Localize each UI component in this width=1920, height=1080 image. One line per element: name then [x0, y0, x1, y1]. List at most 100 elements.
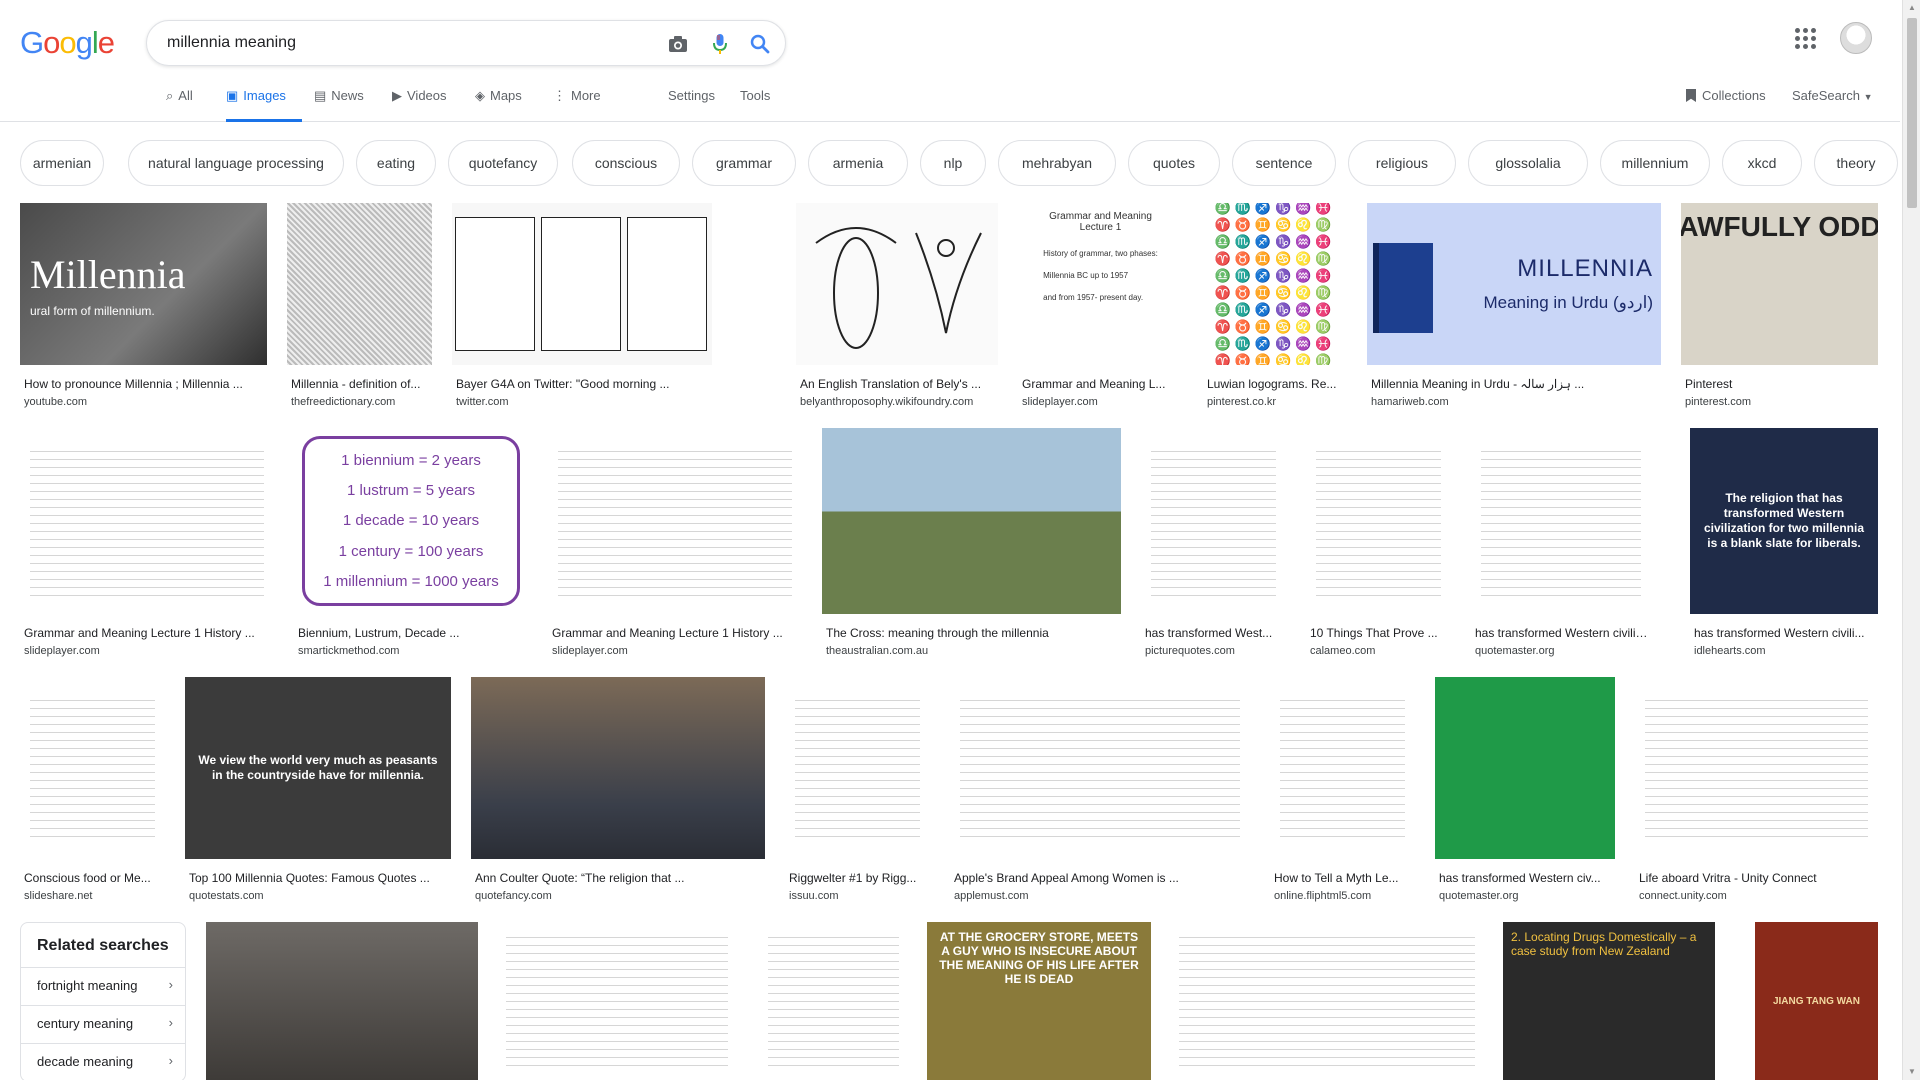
tools-link[interactable]: Tools: [740, 88, 770, 103]
result-thumbnail[interactable]: [950, 677, 1250, 859]
image-result[interactable]: The religion that has transformed Wester…: [1690, 428, 1878, 666]
result-thumbnail[interactable]: [822, 428, 1121, 614]
image-result[interactable]: has transformed Western civ... quotemaste…: [1435, 677, 1615, 911]
result-thumbnail[interactable]: 1 biennium = 2 years 1 lustrum = 5 years 1…: [294, 428, 528, 614]
result-title[interactable]: Ann Coulter Quote: “The religion that ..…: [475, 871, 765, 885]
scroll-down-icon[interactable]: ▼: [1908, 1067, 1916, 1076]
result-thumbnail[interactable]: [20, 677, 165, 859]
result-source[interactable]: idlehearts.com: [1694, 645, 1878, 657]
tab-maps[interactable]: ◈ Maps: [475, 88, 522, 122]
result-thumbnail[interactable]: [1435, 677, 1615, 859]
image-result-thumbnail[interactable]: JIANG TANG WAN: [1755, 922, 1878, 1080]
image-result[interactable]: 10 Things That Prove ... calameo.com: [1306, 428, 1451, 666]
result-thumbnail[interactable]: [452, 203, 712, 365]
result-thumbnail[interactable]: [1471, 428, 1651, 614]
result-source[interactable]: pinterest.co.kr: [1207, 396, 1347, 408]
result-source[interactable]: connect.unity.com: [1639, 890, 1878, 902]
result-thumbnail[interactable]: [796, 203, 998, 365]
image-result[interactable]: Millennia - definition of... thefreedicti…: [287, 203, 432, 417]
search-box[interactable]: millennia meaning: [146, 20, 786, 66]
safesearch-menu[interactable]: SafeSearch ▼: [1792, 88, 1872, 103]
scrollbar[interactable]: ▲ ▼: [1902, 0, 1920, 1080]
tab-all[interactable]: ⌕ All: [166, 88, 193, 122]
result-source[interactable]: quotemaster.org: [1439, 890, 1615, 902]
search-submit-icon[interactable]: [747, 31, 773, 57]
image-result[interactable]: Grammar and Meaning Lecture 1 History ..…: [20, 428, 274, 666]
result-title[interactable]: Luwian logograms. Re...: [1207, 377, 1347, 391]
result-title[interactable]: Top 100 Millennia Quotes: Famous Quotes …: [189, 871, 451, 885]
result-title[interactable]: Grammar and Meaning Lecture 1 History ..…: [552, 626, 802, 640]
tab-videos[interactable]: ▶ Videos: [392, 88, 447, 122]
image-result[interactable]: How to Tell a Myth Le... online.fliphtml5…: [1270, 677, 1415, 911]
chip-conscious[interactable]: conscious: [572, 140, 680, 186]
result-source[interactable]: quotefancy.com: [475, 890, 765, 902]
result-source[interactable]: belyanthroposophy.wikifoundry.com: [800, 396, 998, 408]
related-search-item[interactable]: fortnight meaning ›: [21, 967, 185, 1003]
chip-theory[interactable]: theory: [1814, 140, 1898, 186]
result-source[interactable]: slideplayer.com: [24, 645, 274, 657]
result-title[interactable]: An English Translation of Bely's ...: [800, 377, 998, 391]
result-source[interactable]: applemust.com: [954, 890, 1250, 902]
result-thumbnail[interactable]: [1306, 428, 1451, 614]
result-source[interactable]: picturequotes.com: [1145, 645, 1286, 657]
result-title[interactable]: Millennia Meaning in Urdu - ہزار سالہ ..…: [1371, 377, 1661, 391]
result-thumbnail[interactable]: MILLENNIA Meaning in Urdu (اردو): [1367, 203, 1661, 365]
result-thumbnail[interactable]: Millennia ural form of millennium.: [20, 203, 267, 365]
image-result[interactable]: Conscious food or Me... slideshare.net: [20, 677, 165, 911]
result-source[interactable]: quotestats.com: [189, 890, 451, 902]
tab-more[interactable]: ⋮ More: [553, 88, 601, 122]
image-result-thumbnail[interactable]: 2. Locating Drugs Domestically – a case …: [1503, 922, 1715, 1080]
result-thumbnail[interactable]: The religion that has transformed Wester…: [1690, 428, 1878, 614]
result-title[interactable]: How to pronounce Millennia ; Millennia .…: [24, 377, 267, 391]
result-title[interactable]: The Cross: meaning through the millennia: [826, 626, 1121, 640]
result-thumbnail[interactable]: [1141, 428, 1286, 614]
image-result[interactable]: Life aboard Vritra - Unity Connect connec…: [1635, 677, 1878, 911]
result-source[interactable]: pinterest.com: [1685, 396, 1878, 408]
result-title[interactable]: Bayer G4A on Twitter: "Good morning ...: [456, 377, 712, 391]
apps-grid-icon[interactable]: [1793, 26, 1817, 50]
image-result-thumbnail[interactable]: [206, 922, 478, 1080]
result-title[interactable]: has transformed Western civ...: [1439, 871, 1615, 885]
result-source[interactable]: youtube.com: [24, 396, 267, 408]
settings-link[interactable]: Settings: [668, 88, 715, 103]
image-result[interactable]: Grammar and Meaning Lecture 1 History ..…: [548, 428, 802, 666]
scroll-up-icon[interactable]: ▲: [1908, 3, 1916, 12]
tab-images[interactable]: ▣ Images: [226, 88, 302, 122]
search-input[interactable]: millennia meaning: [167, 34, 296, 52]
google-logo[interactable]: Google: [20, 25, 115, 61]
chip-sentence[interactable]: sentence: [1232, 140, 1336, 186]
result-title[interactable]: Grammar and Meaning L...: [1022, 377, 1183, 391]
image-result[interactable]: The Cross: meaning through the millennia…: [822, 428, 1121, 666]
result-thumbnail[interactable]: Grammar and Meaning Lecture 1 History of …: [1018, 203, 1183, 365]
result-title[interactable]: Apple's Brand Appeal Among Women is ...: [954, 871, 1250, 885]
image-result-thumbnail[interactable]: AT THE GROCERY STORE, MEETS A GUY WHO IS…: [927, 922, 1151, 1080]
result-source[interactable]: slideplayer.com: [1022, 396, 1183, 408]
result-source[interactable]: hamariweb.com: [1371, 396, 1661, 408]
result-title[interactable]: Biennium, Lustrum, Decade ...: [298, 626, 528, 640]
result-title[interactable]: How to Tell a Myth Le...: [1274, 871, 1415, 885]
related-search-item[interactable]: decade meaning ›: [21, 1043, 185, 1079]
result-source[interactable]: smartickmethod.com: [298, 645, 528, 657]
scroll-thumb[interactable]: [1907, 18, 1917, 208]
result-title[interactable]: Life aboard Vritra - Unity Connect: [1639, 871, 1878, 885]
result-title[interactable]: 10 Things That Prove ...: [1310, 626, 1451, 640]
chip-glossolalia[interactable]: glossolalia: [1468, 140, 1588, 186]
result-title[interactable]: has transformed Western civili...: [1694, 626, 1878, 640]
chip-natural-language-processing[interactable]: natural language processing: [128, 140, 344, 186]
result-thumbnail[interactable]: [1270, 677, 1415, 859]
chip-armenian[interactable]: armenian: [20, 140, 104, 186]
image-result[interactable]: Apple's Brand Appeal Among Women is ... a…: [950, 677, 1250, 911]
chip-mehrabyan[interactable]: mehrabyan: [998, 140, 1116, 186]
result-title[interactable]: Conscious food or Me...: [24, 871, 165, 885]
image-result[interactable]: Ann Coulter Quote: “The religion that ..…: [471, 677, 765, 911]
result-source[interactable]: thefreedictionary.com: [291, 396, 432, 408]
image-result[interactable]: Grammar and Meaning Lecture 1 History of …: [1018, 203, 1183, 417]
image-result[interactable]: An English Translation of Bely's ... bely…: [796, 203, 998, 417]
chip-quotefancy[interactable]: quotefancy: [448, 140, 558, 186]
image-result[interactable]: MILLENNIA Meaning in Urdu (اردو) Millennia…: [1367, 203, 1661, 417]
image-result[interactable]: Millennia ural form of millennium. How to …: [20, 203, 267, 417]
related-search-item[interactable]: century meaning ›: [21, 1005, 185, 1041]
tab-news[interactable]: ▤ News: [314, 88, 364, 122]
image-result[interactable]: ♈♉♊♋♌♍♎♏♐♑♒♓♈♉♊♋♌♍♎♏♐♑♒♓♈♉♊♋♌♍♎♏♐♑♒♓♈♉♊♋…: [1203, 203, 1347, 417]
image-result[interactable]: 1 biennium = 2 years 1 lustrum = 5 years 1…: [294, 428, 528, 666]
